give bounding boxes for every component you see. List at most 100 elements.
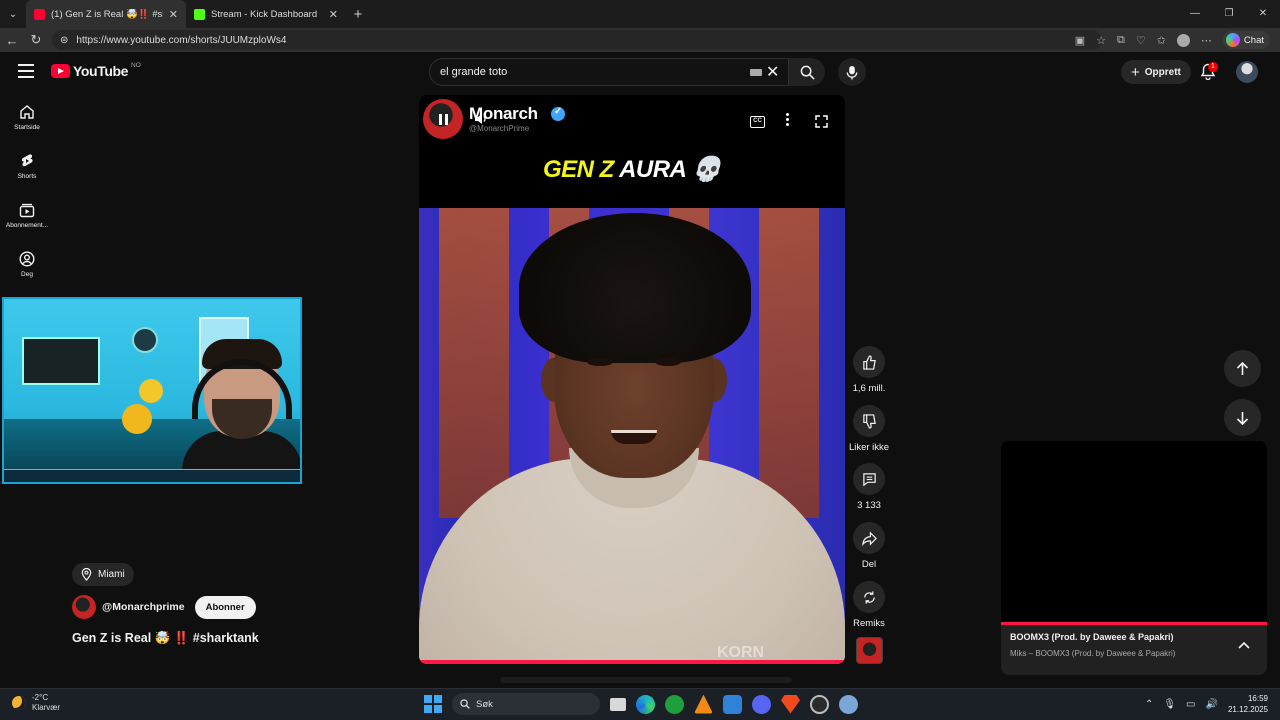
tab-kick-dashboard[interactable]: Stream - Kick Dashboard ✕ <box>186 0 346 28</box>
store-icon[interactable] <box>723 694 742 714</box>
comments-button[interactable]: 3 133 <box>845 463 893 511</box>
screen: ⌄ (1) Gen Z is Real 🤯‼️ #sharkta ✕ Strea… <box>0 0 1280 720</box>
vlc-icon[interactable] <box>694 694 713 714</box>
subscriptions-icon <box>19 203 35 218</box>
site-info-icon[interactable]: ⊜ <box>60 35 68 46</box>
temperature: -2°C <box>32 693 49 702</box>
pause-button[interactable] <box>431 107 455 131</box>
mini-player[interactable]: BOOMX3 (Prod. by Daweee & Papakri) Miks … <box>1001 441 1267 675</box>
webcam-bottom-bar <box>4 469 300 482</box>
dislike-button[interactable]: Liker ikke <box>845 405 893 453</box>
menu-icon[interactable] <box>18 64 34 78</box>
extensions-icon[interactable]: ⧉ <box>1117 34 1125 47</box>
chevron-up-icon[interactable] <box>1238 641 1250 649</box>
microphone-icon[interactable]: 🎙 <box>1163 699 1176 710</box>
create-button[interactable]: + Opprett <box>1121 60 1191 84</box>
sidebar-item-subscriptions[interactable]: Abonnement... <box>0 202 54 229</box>
voice-search-button[interactable] <box>838 58 866 86</box>
webcam-streamer <box>182 339 300 482</box>
close-tab-icon[interactable]: ✕ <box>329 8 338 21</box>
minimize-icon[interactable]: — <box>1178 0 1212 28</box>
remix-button[interactable]: Remiks <box>845 581 893 629</box>
mini-player-info: BOOMX3 (Prod. by Daweee & Papakri) Miks … <box>1001 625 1267 675</box>
volume-icon[interactable]: 🔊 <box>1206 699 1218 710</box>
brave-icon[interactable] <box>781 694 800 714</box>
restore-icon[interactable]: ❐ <box>1212 0 1246 28</box>
display-icon[interactable]: ▭ <box>1186 699 1195 710</box>
subscribe-button[interactable]: Abonner <box>194 595 256 619</box>
keyboard-icon[interactable] <box>750 69 762 76</box>
discord-icon[interactable] <box>752 694 771 714</box>
volume-icon[interactable] <box>474 112 488 126</box>
shorts-icon <box>21 154 33 167</box>
sidebar-item-label: Startside <box>14 124 40 131</box>
settings-more-icon[interactable]: ⋯ <box>1201 34 1212 47</box>
sidebar-item-shorts[interactable]: Shorts <box>0 153 54 180</box>
previous-short-button[interactable] <box>1224 350 1261 387</box>
search-button[interactable] <box>789 58 825 86</box>
webcam-emoji-ball <box>139 379 163 403</box>
video-title[interactable]: Gen Z is Real 🤯 ‼️ #sharktank <box>72 631 259 646</box>
weather-condition: Klarvær <box>32 703 61 712</box>
reload-icon[interactable]: ↻ <box>24 32 48 48</box>
channel-avatar-small[interactable] <box>72 595 96 619</box>
sidebar-item-you[interactable]: Deg <box>0 251 54 278</box>
sidebar-item-label: Abonnement... <box>5 222 49 229</box>
youtube-favicon-icon <box>34 8 45 20</box>
close-tab-icon[interactable]: ✕ <box>169 8 178 21</box>
video-overlay-title: GEN Z AURA 💀 <box>542 156 722 183</box>
taskbar-search-label: Søk <box>476 698 493 710</box>
start-button-icon[interactable] <box>424 695 442 713</box>
time: 16:59 <box>1247 694 1268 703</box>
like-count: 1,6 mill. <box>852 383 886 394</box>
new-tab-button[interactable]: + <box>346 6 370 23</box>
address-bar[interactable]: ⊜ https://www.youtube.com/shorts/JUUMzpl… <box>52 30 1102 50</box>
mini-player-title[interactable]: BOOMX3 (Prod. by Daweee & Papakri) <box>1010 632 1174 642</box>
sound-thumbnail[interactable] <box>856 637 883 664</box>
tab-youtube[interactable]: (1) Gen Z is Real 🤯‼️ #sharkta ✕ <box>26 0 186 28</box>
share-label: Del <box>861 559 877 570</box>
shorts-video-player[interactable]: KORN GEN Z AURA 💀 Monarch @MonarchPrime … <box>419 95 845 664</box>
obs-icon[interactable] <box>810 694 829 714</box>
back-icon[interactable]: ← <box>0 33 24 48</box>
settings-gear-icon[interactable] <box>839 694 858 714</box>
split-screen-icon[interactable]: ▣ <box>1075 34 1085 47</box>
fullscreen-icon[interactable] <box>815 115 828 128</box>
browser-tabstrip: ⌄ (1) Gen Z is Real 🤯‼️ #sharkta ✕ Strea… <box>0 0 1280 28</box>
close-window-icon[interactable]: ✕ <box>1246 0 1280 28</box>
profile-icon[interactable] <box>1176 33 1190 47</box>
like-button[interactable]: 1,6 mill. <box>845 346 893 394</box>
moon-icon <box>12 696 26 710</box>
more-options-icon[interactable] <box>786 113 790 128</box>
chevron-up-icon[interactable]: ⌃ <box>1145 699 1153 710</box>
youtube-logo[interactable]: YouTube NO <box>51 62 141 79</box>
video-progress-bar[interactable] <box>419 660 845 664</box>
xbox-icon[interactable] <box>665 694 684 714</box>
channel-handle-link[interactable]: @Monarchprime <box>102 601 185 613</box>
video-frame: KORN <box>419 208 845 664</box>
task-view-icon[interactable] <box>610 697 626 711</box>
favorite-star-icon[interactable]: ☆ <box>1096 34 1106 47</box>
search-input[interactable]: el grande toto <box>429 58 789 86</box>
taskbar-search[interactable]: Søk <box>452 693 600 715</box>
clock[interactable]: 16:59 21.12.2025 <box>1228 693 1268 715</box>
browser-extension-icons: ▣ ☆ ⧉ ♡ ✩ ⋯ Chat <box>1075 28 1280 52</box>
clear-search-icon[interactable]: ✕ <box>766 62 779 82</box>
copilot-chat-button[interactable]: Chat <box>1222 31 1270 49</box>
plus-icon: + <box>1131 63 1140 81</box>
weather-widget[interactable]: -2°C Klarvær <box>12 693 60 713</box>
comment-icon <box>862 472 876 486</box>
you-icon <box>19 251 35 267</box>
browser-essentials-icon[interactable]: ♡ <box>1136 34 1146 47</box>
youtube-play-icon <box>51 64 70 78</box>
share-button[interactable]: Del <box>845 522 893 570</box>
favorites-icon[interactable]: ✩ <box>1157 34 1166 47</box>
next-short-button[interactable] <box>1224 399 1261 436</box>
tab-list-button[interactable]: ⌄ <box>0 0 26 28</box>
account-avatar[interactable] <box>1236 61 1258 83</box>
captions-button[interactable]: CC <box>750 116 765 128</box>
sidebar-item-home[interactable]: Startside <box>0 104 54 131</box>
verified-badge-icon <box>551 106 565 121</box>
edge-icon[interactable] <box>636 694 655 714</box>
location-chip[interactable]: Miami <box>72 563 134 586</box>
